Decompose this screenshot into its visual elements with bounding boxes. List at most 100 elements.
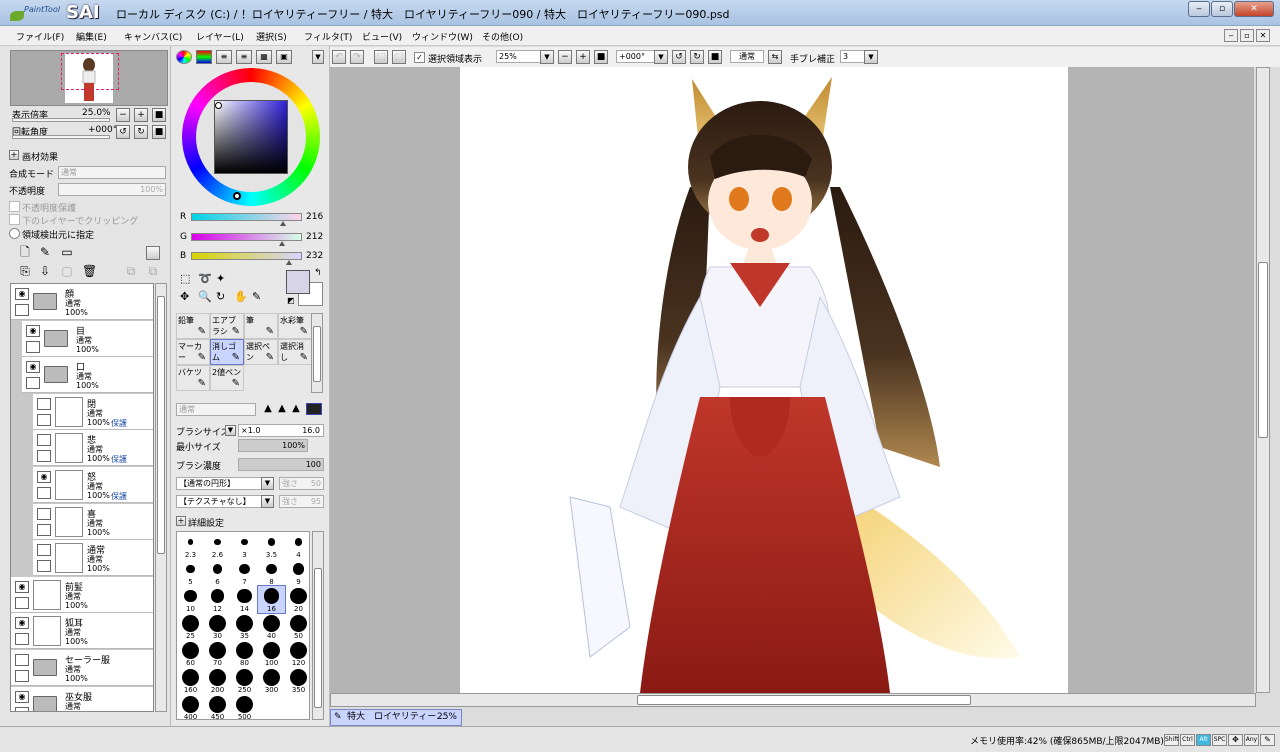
rotate-left-button[interactable]: ↺ — [116, 125, 130, 139]
clear-layer-icon[interactable]: ▢ — [60, 265, 74, 279]
layer-link-checkbox[interactable] — [15, 706, 29, 711]
new-folder-icon[interactable]: ▭ — [60, 246, 74, 260]
saturation-value-square[interactable] — [214, 100, 288, 174]
brush-size-cell[interactable]: 2.6 — [204, 532, 231, 559]
new-linework-layer-icon[interactable]: ✎ — [38, 246, 52, 260]
redo-button[interactable]: ↷ — [350, 50, 364, 64]
rotation-slider[interactable] — [12, 135, 110, 139]
brush-shape-dropdown-icon[interactable]: ▼ — [261, 477, 274, 490]
canvas-paper[interactable] — [460, 67, 1068, 693]
layer-row[interactable]: ◉ 狐耳 通常 100% — [11, 613, 153, 650]
menu-layer[interactable]: レイヤー(L) — [196, 30, 244, 43]
layer-visibility-eye-icon[interactable]: ◉ — [15, 617, 29, 630]
undo-button[interactable]: ↶ — [332, 50, 346, 64]
maximize-button[interactable]: ▫ — [1211, 1, 1233, 17]
layer-visibility-eye-icon[interactable]: ◉ — [26, 361, 40, 374]
canvas-blend-mode-button[interactable]: 通常 — [730, 50, 764, 63]
brush-size-cell[interactable]: 350 — [285, 667, 312, 694]
swatch-tab-icon[interactable]: ▦ — [256, 50, 272, 64]
merge-down-icon[interactable]: ⧉ — [124, 265, 138, 279]
brush-mode-select[interactable]: 通常 — [176, 403, 256, 416]
tool-6[interactable]: 選択ペン ✎ — [244, 339, 278, 365]
navigator-view-rect[interactable] — [61, 53, 119, 90]
layer-row[interactable]: 悲通常 100% 保護 — [33, 430, 153, 467]
layer-visibility-eye-icon[interactable]: ◉ — [15, 690, 29, 703]
rotate-reset-button[interactable]: ■ — [152, 125, 166, 139]
shape-strength-field[interactable]: 強さ 50 — [279, 477, 324, 490]
layer-link-checkbox[interactable] — [37, 487, 51, 499]
tool-2[interactable]: 筆 ✎ — [244, 313, 278, 339]
hand-icon[interactable]: ✋ — [234, 290, 248, 303]
brush-size-cell[interactable]: 70 — [204, 640, 231, 667]
lock-opacity-checkbox[interactable] — [9, 201, 20, 212]
layer-row[interactable]: ◉ 口通常 100% — [22, 357, 153, 394]
canvas-zoom-dropdown-icon[interactable]: ▼ — [540, 50, 554, 64]
layer-link-checkbox[interactable] — [26, 340, 40, 353]
brush-size-cell[interactable]: 450 — [204, 694, 231, 721]
layer-scroll-thumb[interactable] — [157, 296, 165, 554]
canvas-zoom-reset-button[interactable]: ■ — [594, 50, 608, 64]
layer-link-checkbox[interactable] — [37, 450, 51, 463]
canvas-zoom-out-button[interactable]: − — [558, 50, 572, 64]
canvas-rotate-reset-button[interactable]: ■ — [708, 50, 722, 64]
layer-row[interactable]: 通常 通常 100% — [33, 540, 153, 577]
brush-size-cell[interactable]: 80 — [231, 640, 258, 667]
layer-visibility-eye-icon[interactable]: ◉ — [15, 288, 29, 300]
navigator[interactable] — [10, 50, 168, 106]
r-slider[interactable] — [191, 213, 302, 221]
canvas-zoom-in-button[interactable]: + — [576, 50, 590, 64]
canvas-rotate-right-button[interactable]: ↻ — [690, 50, 704, 64]
invert-selection-button[interactable]: ⬚ — [392, 50, 406, 64]
brush-size-cell[interactable]: 5 — [177, 559, 204, 586]
brush-size-cell[interactable]: 9 — [285, 559, 312, 586]
zoom-out-button[interactable]: − — [116, 108, 130, 122]
brush-size-cell[interactable]: 12 — [204, 586, 231, 613]
menu-window[interactable]: ウィンドウ(W) — [412, 30, 473, 43]
min-size-slider[interactable]: 100% — [238, 439, 308, 452]
merge-layer-icon[interactable]: ⇩ — [38, 265, 52, 279]
menu-edit[interactable]: 編集(E) — [76, 30, 107, 43]
reset-colors-icon[interactable]: ◩ — [287, 296, 295, 305]
menu-select[interactable]: 選択(S) — [256, 30, 287, 43]
close-button[interactable]: ✕ — [1234, 1, 1274, 17]
b-slider[interactable] — [191, 252, 302, 260]
rotate-right-button[interactable]: ↻ — [134, 125, 148, 139]
brush-size-cell[interactable]: 30 — [204, 613, 231, 640]
tool-grid-scrollbar[interactable] — [311, 313, 323, 393]
brush-size-cell[interactable]: 500 — [231, 694, 258, 721]
brush-size-cell[interactable]: 200 — [204, 667, 231, 694]
layer-visibility-eye-icon[interactable] — [37, 507, 51, 520]
tool-grid-scroll-thumb[interactable] — [313, 326, 321, 382]
zoom-reset-button[interactable]: ■ — [152, 108, 166, 122]
zoom-slider[interactable] — [12, 118, 110, 122]
copy-layer-icon[interactable]: ⎘ — [18, 265, 32, 279]
sv-cursor[interactable] — [215, 102, 222, 109]
brush-size-cell[interactable]: 2.3 — [177, 532, 204, 559]
layer-link-checkbox[interactable] — [15, 304, 29, 316]
brush-grid-scroll-thumb[interactable] — [314, 568, 322, 708]
stabilizer-dropdown-icon[interactable]: ▼ — [864, 50, 878, 64]
brush-size-cell[interactable]: 4 — [285, 532, 312, 559]
brush-size-cell[interactable]: 7 — [231, 559, 258, 586]
layer-row[interactable]: 閉通常 100% 保護 — [33, 393, 153, 430]
layer-link-checkbox[interactable] — [15, 633, 29, 646]
layer-visibility-eye-icon[interactable] — [37, 434, 51, 447]
density-slider[interactable]: 100 — [238, 458, 324, 471]
color-panel-menu-icon[interactable]: ▼ — [312, 50, 324, 64]
brush-shape-select[interactable]: 【通常の円形】 — [176, 477, 274, 490]
brush-size-cell[interactable]: 160 — [177, 667, 204, 694]
detail-expand-icon[interactable]: + — [176, 516, 186, 526]
tool-4[interactable]: マーカー ✎ — [176, 339, 210, 365]
edge-hardness-3-icon[interactable]: ▲ — [290, 403, 302, 415]
clip-below-checkbox[interactable] — [9, 214, 20, 225]
menu-view[interactable]: ビュー(V) — [362, 30, 402, 43]
magic-wand-icon[interactable]: ✦ — [216, 272, 225, 285]
mdi-minimize-button[interactable]: ‒ — [1224, 29, 1238, 42]
region-source-radio[interactable] — [9, 228, 20, 239]
brush-size-cell[interactable]: 8 — [258, 559, 285, 586]
layer-link-checkbox[interactable] — [15, 596, 29, 609]
brush-size-cell[interactable]: 60 — [177, 640, 204, 667]
hsv-slider-tab-icon[interactable]: ≡ — [216, 50, 232, 64]
b-slider-handle[interactable] — [286, 260, 292, 265]
brush-size-cell[interactable]: 50 — [285, 613, 312, 640]
